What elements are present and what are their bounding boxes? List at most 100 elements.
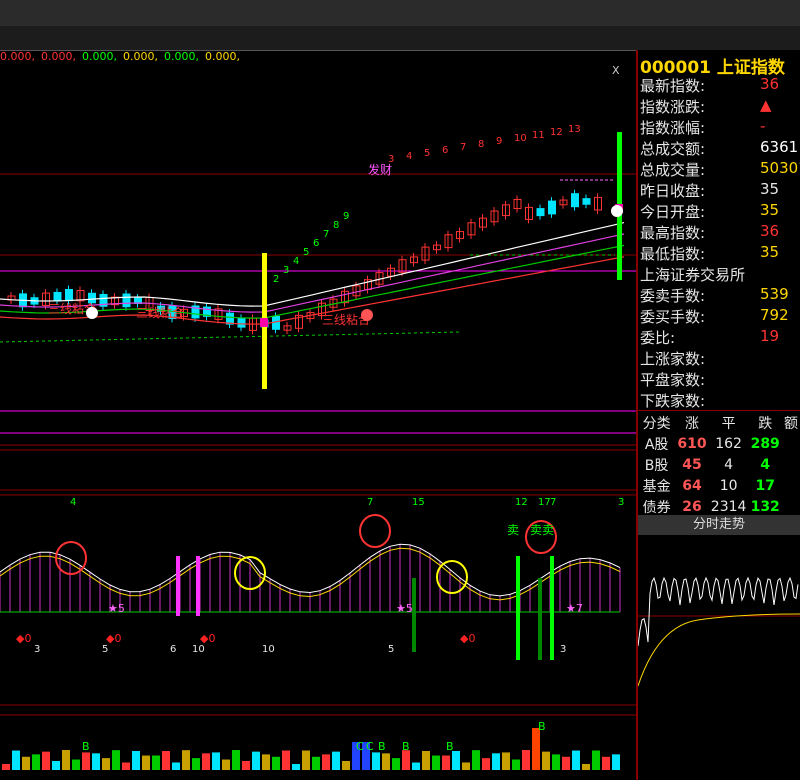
count-label: 13 bbox=[568, 124, 581, 135]
count-label: 3 bbox=[283, 265, 289, 276]
volume-bar bbox=[182, 750, 190, 770]
stat-class: 债券 bbox=[642, 499, 671, 516]
signal-count: 17 bbox=[538, 497, 551, 508]
quote-value: 50301 bbox=[760, 159, 800, 177]
table-row: A股 610 162 289 bbox=[638, 433, 800, 454]
indicator-value: 0.000, bbox=[41, 50, 76, 63]
volume-bar bbox=[342, 760, 350, 770]
volume-bar bbox=[52, 760, 60, 770]
col-head: 额 bbox=[783, 415, 798, 432]
volume-bar bbox=[12, 750, 20, 770]
col-head: 平 bbox=[721, 415, 736, 432]
count-label: 3 bbox=[388, 154, 394, 165]
candle bbox=[571, 193, 579, 208]
quote-row: 最新指数: 36 bbox=[640, 75, 800, 96]
quote-row: 今日开盘: 35 bbox=[640, 201, 800, 222]
pattern-label: 三线粘合 bbox=[136, 305, 184, 320]
indicator-value: 0.000, bbox=[164, 50, 199, 63]
stat-down: 17 bbox=[755, 477, 775, 494]
volume-bar bbox=[612, 754, 620, 770]
signal-marker bbox=[260, 318, 268, 327]
volume-bar bbox=[562, 756, 570, 770]
stat-class: A股 bbox=[644, 436, 669, 453]
volume-bar bbox=[192, 758, 200, 770]
stat-down: 4 bbox=[760, 456, 771, 473]
count-label: 9 bbox=[496, 136, 502, 147]
kline-chart[interactable]: 三线粘合 三线粘合 三线粘合发财234567893 4 5 6 7 8 9 10 11 12 134 7 1… bbox=[0, 50, 636, 780]
volume-bar bbox=[72, 759, 80, 770]
indicator-value: 0.000, bbox=[82, 50, 117, 63]
volume-bar bbox=[42, 751, 50, 770]
count-label: 4 bbox=[406, 151, 412, 162]
quote-row: 指数涨跌: ▲ bbox=[640, 96, 800, 117]
quote-label: 平盘家数: bbox=[640, 371, 706, 389]
volume-bar bbox=[602, 756, 610, 770]
signal-count: 7 bbox=[550, 497, 556, 508]
stat-flat: 2314 bbox=[710, 498, 747, 515]
volume-bar bbox=[532, 728, 540, 770]
volume-bar bbox=[242, 761, 250, 770]
signal-bar bbox=[550, 556, 554, 660]
signal-bar bbox=[196, 556, 200, 616]
signal-bar bbox=[412, 578, 416, 652]
signal-count: 5 bbox=[388, 644, 394, 655]
volume-bar bbox=[422, 750, 430, 770]
table-row: 基金 64 10 17 bbox=[638, 475, 800, 496]
smiley-icon bbox=[361, 309, 373, 321]
count-label: 8 bbox=[333, 220, 339, 231]
volume-label: C bbox=[356, 740, 364, 753]
candle bbox=[536, 208, 545, 217]
count-label: 2 bbox=[273, 274, 279, 285]
volume-bar bbox=[462, 762, 470, 770]
count-label: 4 bbox=[293, 256, 299, 267]
stat-flat: 162 bbox=[715, 435, 742, 452]
volume-bar bbox=[292, 763, 300, 770]
highlight-circle bbox=[359, 514, 391, 548]
signal-count: 5 bbox=[102, 644, 108, 655]
quote-row: 总成交量: 50301 bbox=[640, 159, 800, 180]
col-head: 分类 bbox=[642, 415, 671, 432]
volume-bar bbox=[222, 759, 230, 770]
signal-count: 15 bbox=[412, 497, 425, 508]
signal-bar bbox=[176, 556, 180, 616]
quote-value: 35 bbox=[760, 201, 780, 219]
quote-label: 委卖手数: bbox=[640, 287, 706, 305]
volume-bar bbox=[402, 750, 410, 770]
candle bbox=[53, 291, 62, 302]
stat-down: 289 bbox=[750, 435, 780, 452]
stat-flat: 10 bbox=[719, 477, 738, 494]
signal-count: 10 bbox=[192, 644, 205, 655]
candle bbox=[582, 198, 591, 205]
volume-bar bbox=[142, 755, 150, 770]
signal-bar bbox=[516, 556, 520, 660]
close-indicator-button[interactable]: X bbox=[612, 64, 620, 77]
support-line bbox=[0, 331, 461, 343]
count-label: 5 bbox=[303, 247, 309, 258]
volume-bar bbox=[322, 754, 330, 770]
diamond-icon: ◆0 bbox=[200, 632, 215, 645]
intraday-minichart[interactable] bbox=[638, 536, 800, 780]
count-label: 6 bbox=[442, 145, 448, 156]
quote-sidebar: 000001 上证指数 最新指数: 36 指数涨跌: ▲ 指数涨幅: - 总成交额: 6361… bbox=[638, 50, 800, 780]
volume-bar bbox=[332, 751, 340, 770]
volume-bar bbox=[272, 756, 280, 770]
divider bbox=[638, 410, 800, 411]
market-breadth-table: 分类 涨 平 跌 额 A股 610 162 289 B股 45 4 4 基金 64 10 17 债券 26… bbox=[638, 412, 800, 517]
quote-label: 最低指数: bbox=[640, 245, 706, 263]
volume-bar bbox=[282, 750, 290, 770]
quote-row: 委比: 19 bbox=[640, 327, 800, 348]
tab-intraday-trend[interactable]: 分时走势 bbox=[638, 515, 800, 535]
quote-value: 792 bbox=[760, 306, 789, 324]
volume-bar bbox=[312, 756, 320, 770]
count-label: 11 bbox=[532, 130, 545, 141]
quote-row: 下跌家数: bbox=[640, 390, 800, 411]
quote-label: 指数涨幅: bbox=[640, 119, 706, 137]
volume-bar bbox=[262, 754, 270, 770]
volume-label: B bbox=[82, 740, 90, 753]
volume-bar bbox=[382, 753, 390, 770]
quote-label: 总成交额: bbox=[640, 140, 706, 158]
count-label: 10 bbox=[514, 133, 527, 144]
quote-row: 平盘家数: bbox=[640, 369, 800, 390]
volume-label: B bbox=[538, 720, 546, 733]
volume-bar bbox=[302, 750, 310, 770]
